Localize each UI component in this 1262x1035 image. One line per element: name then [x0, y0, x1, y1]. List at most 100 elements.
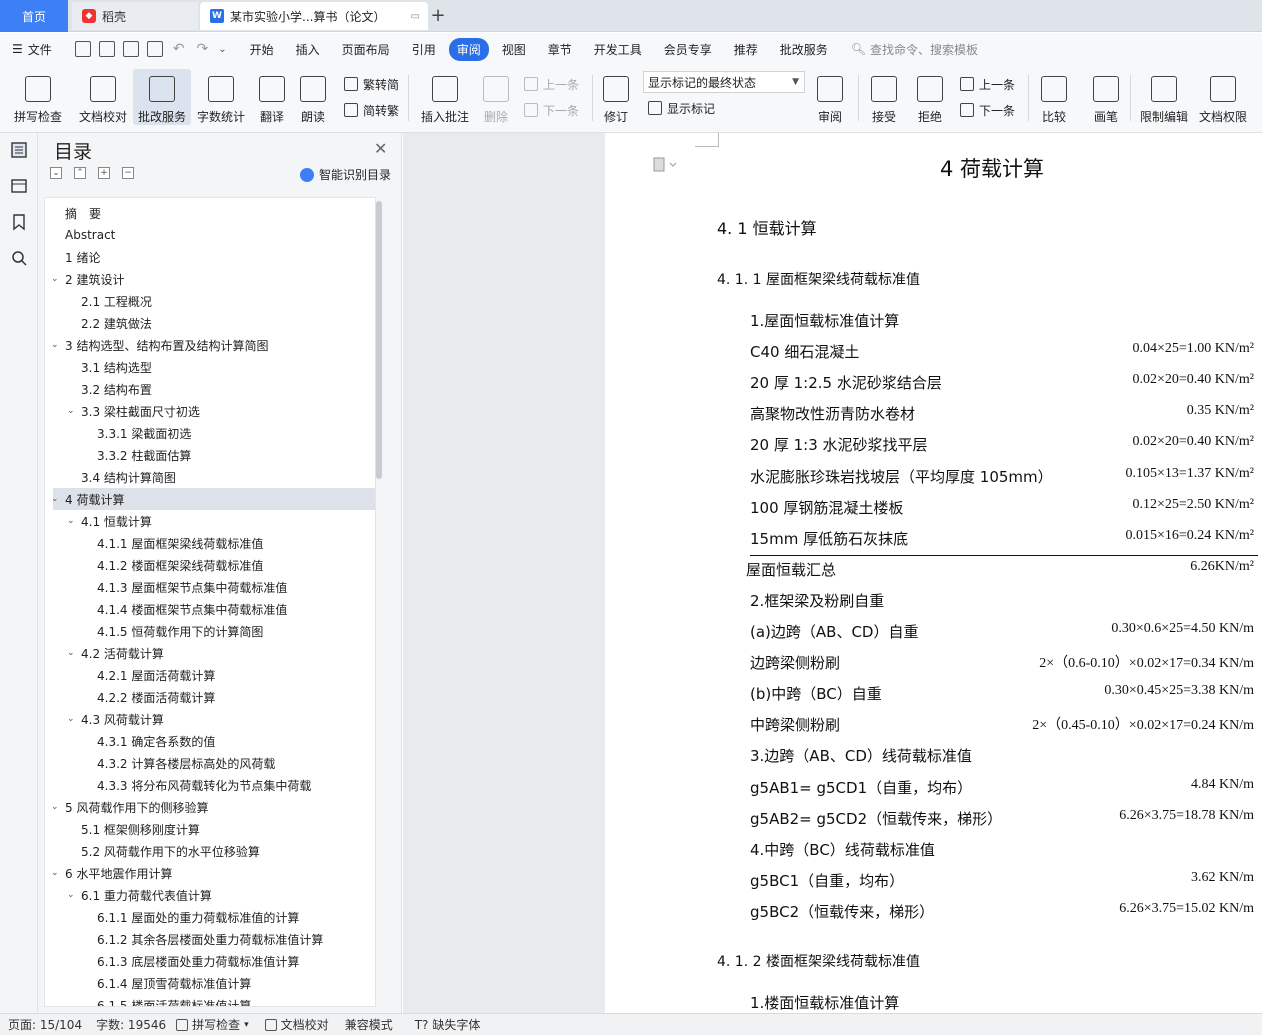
simp-to-trad-button[interactable]: 简转繁 — [344, 99, 399, 121]
chevron-down-icon[interactable]: ⌄ — [67, 406, 75, 416]
toc-item[interactable]: 3.3.2 柱截面估算 — [45, 444, 367, 466]
correction-service-button[interactable]: 批改服务 — [133, 69, 191, 125]
status-proofread[interactable]: 文档校对 — [264, 1016, 329, 1033]
menu-correction[interactable]: 批改服务 — [771, 38, 837, 61]
menu-view[interactable]: 视图 — [493, 38, 535, 61]
document-permission-button[interactable]: 文档权限 — [1196, 69, 1250, 125]
menu-developer[interactable]: 开发工具 — [585, 38, 651, 61]
insert-comment-button[interactable]: 插入批注 — [418, 69, 472, 125]
toc-item[interactable]: 4.3.2 计算各楼层标高处的风荷载 — [45, 752, 367, 774]
menu-home[interactable]: 开始 — [241, 38, 283, 61]
toc-item[interactable]: 4.1.2 楼面框架梁线荷载标准值 — [45, 554, 367, 576]
smart-toc-button[interactable]: 智能识别目录 — [300, 166, 391, 183]
chevron-down-icon[interactable]: ⌄ — [51, 274, 59, 284]
print-icon[interactable] — [122, 41, 139, 57]
chevron-down-icon[interactable]: ⌄ — [51, 868, 59, 878]
toc-item[interactable]: ⌄ 2 建筑设计 — [45, 268, 367, 290]
toc-item[interactable]: 3.1 结构选型 — [45, 356, 367, 378]
redo-icon[interactable]: ↷ — [197, 41, 209, 57]
navigation-icon[interactable] — [10, 177, 28, 195]
spell-check-button[interactable]: 拼写检查 — [8, 69, 68, 125]
chevron-down-icon[interactable]: ⌄ — [67, 714, 75, 724]
toc-item[interactable]: 4.2.2 楼面活荷载计算 — [45, 686, 367, 708]
page-count[interactable]: 页面: 15/104 — [8, 1016, 82, 1033]
toc-item[interactable]: ⌄ 6.1 重力荷载代表值计算 — [45, 884, 367, 906]
search-icon[interactable] — [10, 249, 28, 267]
status-spell-check[interactable]: 拼写检查 ▾ — [176, 1016, 249, 1033]
bookmark-icon[interactable] — [10, 213, 28, 231]
document-page[interactable]: 4 荷载计算 4. 1 恒载计算 4. 1. 1 屋面框架梁线荷载标准值 4. … — [605, 133, 1262, 1013]
page-options-icon[interactable] — [653, 157, 679, 173]
toc-item[interactable]: Abstract — [45, 224, 367, 246]
toc-item[interactable]: 6.1.5 楼面活荷载标准值计算 — [45, 994, 367, 1007]
trad-to-simp-button[interactable]: 繁转简 — [344, 73, 399, 95]
toc-item[interactable]: 3.3.1 梁截面初选 — [45, 422, 367, 444]
toc-item[interactable]: 6.1.4 屋顶雪荷载标准值计算 — [45, 972, 367, 994]
track-changes-button[interactable]: 修订 — [598, 69, 634, 125]
menu-file[interactable]: ☰ 文件 — [0, 38, 61, 61]
collapse-all-icon[interactable]: ⌄ — [50, 167, 62, 179]
save-icon[interactable] — [74, 41, 91, 57]
toc-item[interactable]: 1 绪论 — [45, 246, 367, 268]
toc-item[interactable]: 5.1 框架侧移刚度计算 — [45, 818, 367, 840]
print-preview-icon[interactable] — [146, 41, 163, 57]
prev-comment-button[interactable]: 上一条 — [524, 73, 579, 95]
add-heading-icon[interactable]: + — [98, 167, 110, 179]
toc-item[interactable]: 4.2.1 屋面活荷载计算 — [45, 664, 367, 686]
toc-item[interactable]: ⌄ 4.1 恒载计算 — [45, 510, 367, 532]
toc-item[interactable]: 3.4 结构计算简图 — [45, 466, 367, 488]
chevron-down-icon[interactable]: ⌄ — [67, 890, 75, 900]
prev-change-button[interactable]: 上一条 — [960, 73, 1015, 95]
menu-page-layout[interactable]: 页面布局 — [333, 38, 399, 61]
toc-icon[interactable] — [10, 141, 28, 159]
toc-item[interactable]: ⌄ 6 水平地震作用计算 — [45, 862, 367, 884]
show-markup-button[interactable]: 显示标记 — [648, 97, 715, 119]
remove-heading-icon[interactable]: − — [122, 167, 134, 179]
toc-item[interactable]: 摘 要 — [45, 202, 367, 224]
pen-button[interactable]: 画笔 — [1090, 69, 1122, 125]
toc-item[interactable]: 4.3.3 将分布风荷载转化为节点集中荷载 — [45, 774, 367, 796]
chevron-down-icon[interactable]: ⌄ — [51, 802, 59, 812]
toc-item[interactable]: ⌄ 4.2 活荷载计算 — [45, 642, 367, 664]
toc-item[interactable]: 4.1.1 屋面框架梁线荷载标准值 — [45, 532, 367, 554]
restrict-editing-button[interactable]: 限制编辑 — [1138, 69, 1190, 125]
toc-item[interactable]: 6.1.2 其余各层楼面处重力荷载标准值计算 — [45, 928, 367, 950]
menu-insert[interactable]: 插入 — [287, 38, 329, 61]
undo-icon[interactable]: ↶ — [173, 41, 185, 57]
close-icon[interactable]: ✕ — [374, 139, 387, 158]
command-search[interactable]: 🔍︎ 查找命令、搜索模板 — [851, 41, 978, 58]
read-aloud-button[interactable]: 朗读 — [296, 69, 330, 125]
export-pdf-icon[interactable] — [98, 41, 115, 57]
tab-home[interactable]: 首页 — [0, 0, 68, 32]
new-tab-icon[interactable]: + — [428, 4, 448, 26]
reject-button[interactable]: 拒绝 — [912, 69, 948, 125]
menu-recommend[interactable]: 推荐 — [725, 38, 767, 61]
toc-item[interactable]: ⌄ 5 风荷载作用下的侧移验算 — [45, 796, 367, 818]
compare-button[interactable]: 比较 — [1036, 69, 1072, 125]
missing-font[interactable]: T? 缺失字体 — [415, 1016, 481, 1033]
chevron-down-icon[interactable]: ⌄ — [67, 516, 75, 526]
toc-item[interactable]: 4.3.1 确定各系数的值 — [45, 730, 367, 752]
toc-item[interactable]: 2.1 工程概况 — [45, 290, 367, 312]
tab-screen-icon[interactable]: ▭ — [411, 11, 420, 22]
tab-daoke[interactable]: ◆ 稻壳 — [72, 2, 198, 30]
toc-scrollbar[interactable] — [376, 201, 382, 479]
toc-item[interactable]: ⌄ 3.3 梁柱截面尺寸初选 — [45, 400, 367, 422]
toc-item[interactable]: ⌄ 4 荷载计算 — [51, 488, 375, 510]
toc-item[interactable]: 5.2 风荷载作用下的水平位移验算 — [45, 840, 367, 862]
expand-up-icon[interactable]: ⌃ — [74, 167, 86, 179]
chevron-down-icon[interactable]: ⌄ — [67, 648, 75, 658]
toc-item[interactable]: 4.1.3 屋面框架节点集中荷载标准值 — [45, 576, 367, 598]
markup-state-select[interactable]: 显示标记的最终状态 ▼ — [643, 71, 805, 93]
tab-document[interactable]: W 某市实验小学...算书（论文） ▭ — [200, 2, 428, 30]
word-count[interactable]: 字数: 19546 — [96, 1016, 166, 1033]
toc-item[interactable]: 6.1.3 底层楼面处重力荷载标准值计算 — [45, 950, 367, 972]
toc-item[interactable]: 4.1.4 楼面框架节点集中荷载标准值 — [45, 598, 367, 620]
toc-item[interactable]: ⌄ 3 结构选型、结构布置及结构计算简图 — [45, 334, 367, 356]
menu-chapter[interactable]: 章节 — [539, 38, 581, 61]
next-change-button[interactable]: 下一条 — [960, 99, 1015, 121]
next-comment-button[interactable]: 下一条 — [524, 99, 579, 121]
chevron-down-icon[interactable]: ⌄ — [51, 494, 59, 504]
menu-references[interactable]: 引用 — [403, 38, 445, 61]
toc-item[interactable]: 3.2 结构布置 — [45, 378, 367, 400]
